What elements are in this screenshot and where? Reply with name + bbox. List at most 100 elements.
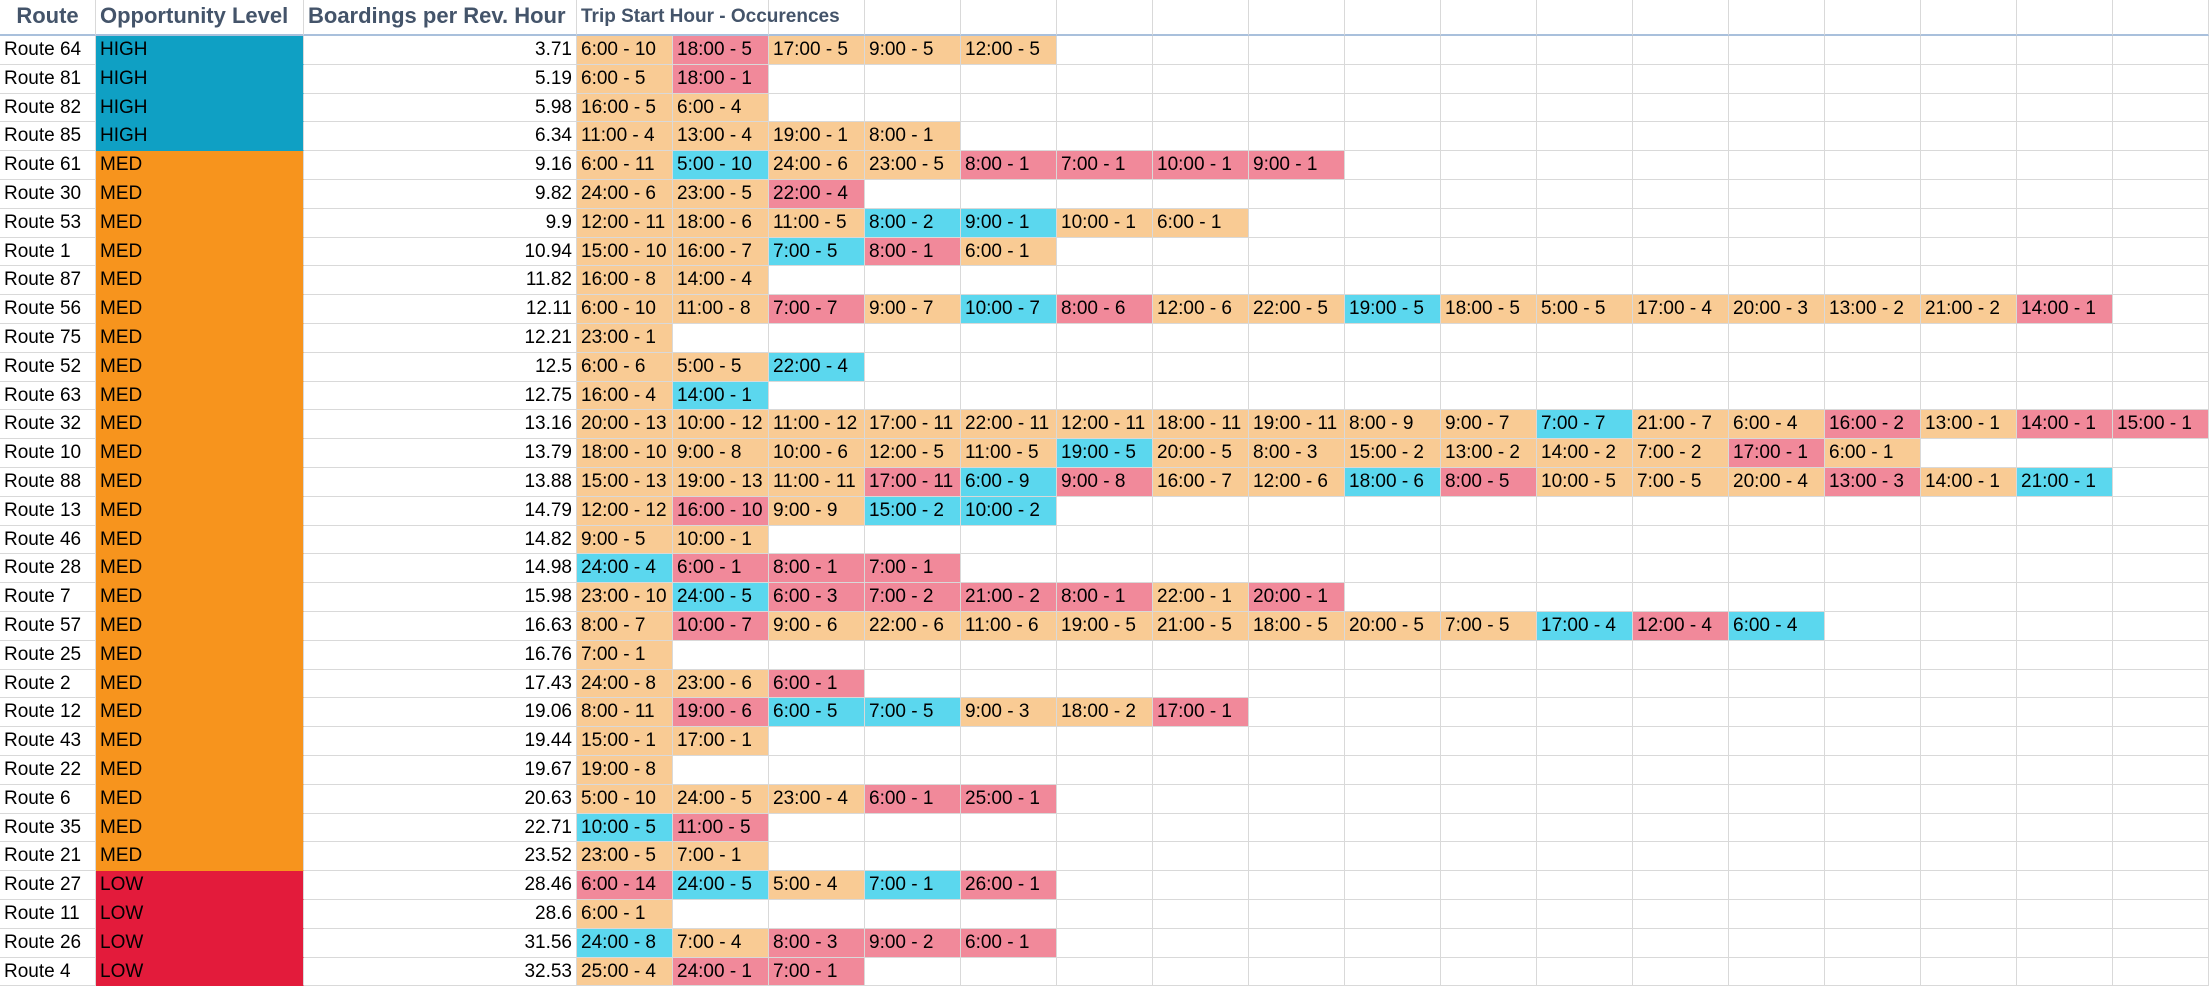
boardings-cell[interactable]: 5.98	[304, 93, 577, 123]
trip-occurrence-cell[interactable]: 20:00 - 5	[1153, 439, 1249, 468]
empty-cell[interactable]	[1249, 928, 1345, 958]
boardings-cell[interactable]: 20.63	[304, 784, 577, 814]
empty-cell[interactable]	[1729, 381, 1825, 411]
trip-occurrence-cell[interactable]: 23:00 - 10	[577, 583, 673, 612]
empty-cell[interactable]	[1249, 208, 1345, 238]
empty-cell[interactable]	[1729, 266, 1825, 296]
empty-cell[interactable]	[673, 324, 769, 353]
trip-occurrence-cell[interactable]: 12:00 - 11	[577, 208, 673, 238]
empty-cell[interactable]	[961, 842, 1057, 872]
trip-occurrence-cell[interactable]: 6:00 - 1	[577, 900, 673, 929]
trip-occurrence-cell[interactable]: 19:00 - 1	[769, 122, 865, 152]
trip-occurrence-cell[interactable]: 19:00 - 11	[1249, 410, 1345, 440]
trip-occurrence-cell[interactable]: 26:00 - 1	[961, 871, 1057, 900]
empty-cell[interactable]	[769, 813, 865, 843]
empty-cell[interactable]	[1249, 842, 1345, 872]
empty-cell[interactable]	[1921, 525, 2017, 555]
empty-cell[interactable]	[769, 324, 865, 353]
opportunity-level-cell[interactable]: HIGH	[96, 36, 304, 65]
empty-cell[interactable]	[1921, 381, 2017, 411]
empty-cell[interactable]	[1729, 640, 1825, 670]
empty-cell[interactable]	[1441, 871, 1537, 900]
empty-cell[interactable]	[1153, 669, 1249, 699]
empty-cell[interactable]	[2113, 352, 2209, 382]
trip-occurrence-cell[interactable]: 7:00 - 7	[769, 295, 865, 324]
trip-occurrence-cell[interactable]: 8:00 - 9	[1345, 410, 1441, 440]
empty-cell[interactable]	[1345, 842, 1441, 872]
boardings-cell[interactable]: 14.79	[304, 496, 577, 526]
trip-occurrence-cell[interactable]: 7:00 - 5	[865, 698, 961, 728]
empty-cell[interactable]	[1537, 36, 1633, 65]
empty-cell[interactable]	[1825, 36, 1921, 65]
empty-cell[interactable]	[1825, 180, 1921, 209]
route-cell[interactable]: Route 26	[0, 928, 96, 958]
empty-cell[interactable]	[1633, 266, 1729, 296]
trip-occurrence-cell[interactable]: 16:00 - 7	[1153, 468, 1249, 497]
empty-cell[interactable]	[1633, 640, 1729, 670]
empty-cell[interactable]	[1537, 237, 1633, 267]
empty-cell[interactable]	[961, 957, 1057, 987]
trip-occurrence-cell[interactable]: 14:00 - 2	[1537, 439, 1633, 468]
empty-cell[interactable]	[1729, 93, 1825, 123]
trip-occurrence-cell[interactable]: 7:00 - 1	[865, 554, 961, 584]
empty-cell[interactable]	[1057, 122, 1153, 152]
empty-cell[interactable]	[1921, 266, 2017, 296]
trip-occurrence-cell[interactable]: 18:00 - 6	[1345, 468, 1441, 497]
trip-occurrence-cell[interactable]: 11:00 - 8	[673, 295, 769, 324]
empty-cell[interactable]	[2113, 612, 2209, 641]
empty-cell[interactable]	[1537, 669, 1633, 699]
boardings-cell[interactable]: 12.75	[304, 381, 577, 411]
empty-cell[interactable]	[769, 900, 865, 929]
empty-cell[interactable]	[1921, 439, 2017, 468]
trip-occurrence-cell[interactable]: 20:00 - 13	[577, 410, 673, 440]
empty-cell[interactable]	[769, 842, 865, 872]
empty-cell[interactable]	[2017, 151, 2113, 180]
trip-occurrence-cell[interactable]: 9:00 - 9	[769, 496, 865, 526]
empty-cell[interactable]	[1153, 871, 1249, 900]
empty-cell[interactable]	[2113, 756, 2209, 785]
empty-cell[interactable]	[1249, 496, 1345, 526]
trip-occurrence-cell[interactable]: 13:00 - 3	[1825, 468, 1921, 497]
trip-occurrence-cell[interactable]: 9:00 - 5	[865, 36, 961, 65]
trip-occurrence-cell[interactable]: 8:00 - 1	[1057, 583, 1153, 612]
empty-cell[interactable]	[673, 756, 769, 785]
empty-cell[interactable]	[1057, 727, 1153, 756]
empty-cell[interactable]	[1345, 871, 1441, 900]
empty-cell[interactable]	[1057, 784, 1153, 814]
opportunity-level-cell[interactable]: MED	[96, 439, 304, 468]
trip-occurrence-cell[interactable]: 24:00 - 6	[769, 151, 865, 180]
empty-cell[interactable]	[961, 813, 1057, 843]
trip-occurrence-cell[interactable]: 20:00 - 1	[1249, 583, 1345, 612]
header-route[interactable]: Route	[0, 0, 96, 36]
empty-cell[interactable]	[2113, 36, 2209, 65]
empty-cell[interactable]	[1441, 900, 1537, 929]
empty-cell[interactable]	[1921, 324, 2017, 353]
route-cell[interactable]: Route 7	[0, 583, 96, 612]
trip-occurrence-cell[interactable]: 8:00 - 3	[769, 928, 865, 958]
empty-cell[interactable]	[1825, 583, 1921, 612]
empty-cell[interactable]	[1153, 381, 1249, 411]
empty-cell[interactable]	[2017, 64, 2113, 94]
empty-cell[interactable]	[2017, 266, 2113, 296]
empty-cell[interactable]	[1537, 208, 1633, 238]
empty-cell[interactable]	[1345, 93, 1441, 123]
empty-cell[interactable]	[1633, 554, 1729, 584]
boardings-cell[interactable]: 23.52	[304, 842, 577, 872]
empty-cell[interactable]	[961, 122, 1057, 152]
trip-occurrence-cell[interactable]: 14:00 - 1	[1921, 468, 2017, 497]
empty-cell[interactable]	[1249, 381, 1345, 411]
empty-cell[interactable]	[1921, 122, 2017, 152]
empty-cell[interactable]	[865, 727, 961, 756]
empty-cell[interactable]	[1153, 352, 1249, 382]
trip-occurrence-cell[interactable]: 13:00 - 4	[673, 122, 769, 152]
empty-cell[interactable]	[1825, 525, 1921, 555]
route-cell[interactable]: Route 30	[0, 180, 96, 209]
trip-occurrence-cell[interactable]: 6:00 - 1	[865, 784, 961, 814]
trip-occurrence-cell[interactable]: 19:00 - 6	[673, 698, 769, 728]
empty-cell[interactable]	[1441, 698, 1537, 728]
trip-occurrence-cell[interactable]: 23:00 - 4	[769, 784, 865, 814]
empty-cell[interactable]	[1441, 266, 1537, 296]
empty-cell[interactable]	[1825, 381, 1921, 411]
trip-occurrence-cell[interactable]: 5:00 - 5	[673, 352, 769, 382]
empty-cell[interactable]	[1921, 496, 2017, 526]
